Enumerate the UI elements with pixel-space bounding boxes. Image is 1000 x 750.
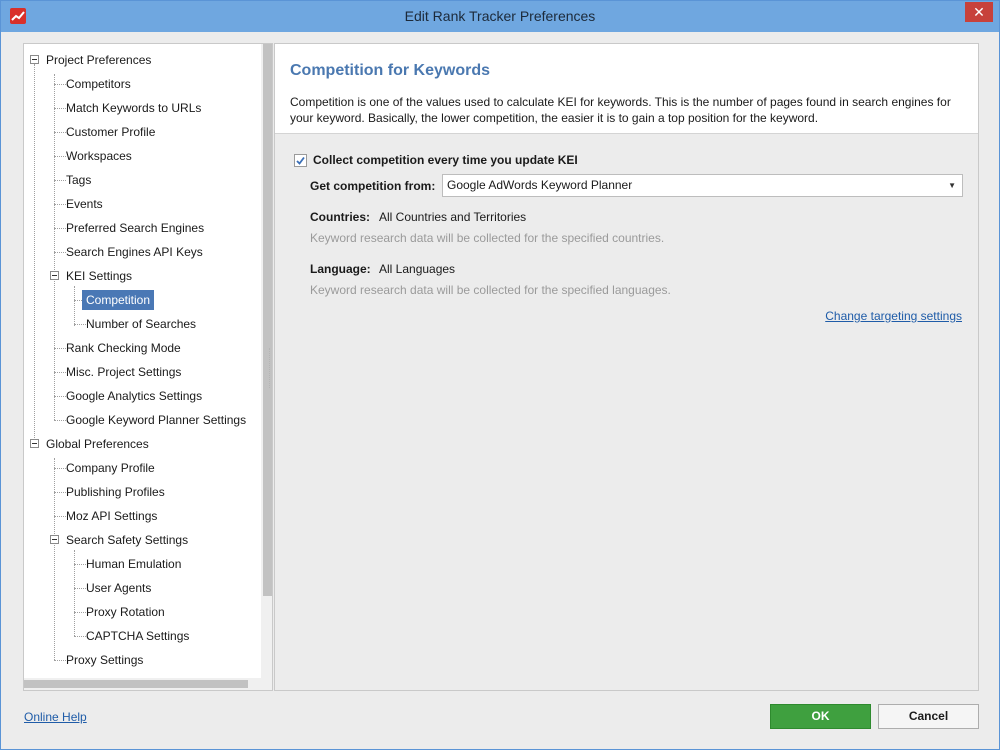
tree-item-publishing-profiles[interactable]: Publishing Profiles xyxy=(66,482,165,502)
tree-line xyxy=(54,516,66,517)
tree-line xyxy=(54,372,66,373)
tree-line xyxy=(54,348,66,349)
window-title: Edit Rank Tracker Preferences xyxy=(404,8,596,24)
tree-item-competition[interactable]: Competition xyxy=(82,290,155,310)
tree-item-human-emulation[interactable]: Human Emulation xyxy=(86,554,181,574)
tree-item-proxy-settings[interactable]: Proxy Settings xyxy=(66,650,143,670)
tree-line xyxy=(74,324,86,325)
tree-item-project-preferences[interactable]: Project Preferences xyxy=(46,50,151,70)
tree-item-moz-api-settings[interactable]: Moz API Settings xyxy=(66,506,157,526)
tree-item-kei-settings[interactable]: KEI Settings xyxy=(66,266,132,286)
panel-splitter[interactable] xyxy=(269,348,272,388)
tree-line xyxy=(54,108,66,109)
competition-source-value: Google AdWords Keyword Planner xyxy=(447,178,633,192)
change-targeting-settings-link[interactable]: Change targeting settings xyxy=(825,309,962,323)
countries-value: All Countries and Territories xyxy=(379,210,527,224)
tree-line xyxy=(74,286,75,326)
tree-item-workspaces[interactable]: Workspaces xyxy=(66,146,132,166)
language-value: All Languages xyxy=(379,262,456,276)
tree-item-global-preferences[interactable]: Global Preferences xyxy=(46,434,149,454)
close-button[interactable]: ✕ xyxy=(965,2,993,22)
content-header: Competition for Keywords Competition is … xyxy=(275,44,978,134)
tree-line xyxy=(74,564,86,565)
tree-item-events[interactable]: Events xyxy=(66,194,103,214)
tree-line xyxy=(54,132,66,133)
preferences-window: Edit Rank Tracker Preferences ✕ Project … xyxy=(0,0,1000,750)
cancel-button[interactable]: Cancel xyxy=(878,704,979,729)
tree-line xyxy=(74,588,86,589)
tree-line xyxy=(54,660,66,661)
close-icon: ✕ xyxy=(973,4,985,20)
tree-item-proxy-rotation[interactable]: Proxy Rotation xyxy=(86,602,165,622)
tree-line xyxy=(54,228,66,229)
settings-content-panel: Competition for Keywords Competition is … xyxy=(274,43,979,691)
tree-item-search-engines-api-keys[interactable]: Search Engines API Keys xyxy=(66,242,203,262)
tree-line xyxy=(54,84,66,85)
collect-competition-checkbox[interactable] xyxy=(294,154,307,167)
tree-line xyxy=(74,612,86,613)
tree-line xyxy=(54,156,66,157)
language-label: Language: xyxy=(310,262,371,276)
tree-line xyxy=(74,636,86,637)
tree-item-tags[interactable]: Tags xyxy=(66,170,91,190)
tree-item-customer-profile[interactable]: Customer Profile xyxy=(66,122,155,142)
tree-item-company-profile[interactable]: Company Profile xyxy=(66,458,155,478)
tree-item-number-of-searches[interactable]: Number of Searches xyxy=(86,314,196,334)
tree-item-preferred-search-engines[interactable]: Preferred Search Engines xyxy=(66,218,204,238)
page-description: Competition is one of the values used to… xyxy=(290,95,951,125)
tree-item-google-analytics-settings[interactable]: Google Analytics Settings xyxy=(66,386,202,406)
tree-item-captcha-settings[interactable]: CAPTCHA Settings xyxy=(86,626,189,646)
tree-line xyxy=(54,74,55,420)
preferences-tree: Project Preferences Competitors Match Ke… xyxy=(23,43,273,691)
tree-line xyxy=(54,180,66,181)
tree-item-misc-project-settings[interactable]: Misc. Project Settings xyxy=(66,362,181,382)
title-bar[interactable]: Edit Rank Tracker Preferences ✕ xyxy=(1,1,999,32)
language-hint: Keyword research data will be collected … xyxy=(310,283,671,297)
checkmark-icon xyxy=(296,156,305,165)
tree-line xyxy=(54,204,66,205)
online-help-link[interactable]: Online Help xyxy=(24,710,87,724)
ok-button[interactable]: OK xyxy=(770,704,871,729)
get-competition-from-label: Get competition from: xyxy=(310,179,436,193)
tree-line xyxy=(54,492,66,493)
tree-line xyxy=(34,64,35,440)
tree-horizontal-scrollbar[interactable] xyxy=(24,678,272,690)
dropdown-arrow-icon: ▼ xyxy=(948,181,956,190)
collapse-project-icon[interactable] xyxy=(30,55,39,64)
tree-item-search-safety-settings[interactable]: Search Safety Settings xyxy=(66,530,188,550)
competition-source-dropdown[interactable]: Google AdWords Keyword Planner ▼ xyxy=(442,174,963,197)
collapse-global-icon[interactable] xyxy=(30,439,39,448)
tree-item-google-keyword-planner-settings[interactable]: Google Keyword Planner Settings xyxy=(66,410,246,430)
tree-line xyxy=(54,468,66,469)
tree-item-match-keywords[interactable]: Match Keywords to URLs xyxy=(66,98,201,118)
tree-line xyxy=(54,420,66,421)
tree-line xyxy=(54,458,55,660)
collect-competition-label: Collect competition every time you updat… xyxy=(313,153,578,167)
tree-horizontal-scroll-thumb[interactable] xyxy=(24,680,248,688)
tree-item-user-agents[interactable]: User Agents xyxy=(86,578,151,598)
countries-hint: Keyword research data will be collected … xyxy=(310,231,665,245)
tree-item-rank-checking-mode[interactable]: Rank Checking Mode xyxy=(66,338,181,358)
countries-label: Countries: xyxy=(310,210,370,224)
tree-vertical-scroll-thumb[interactable] xyxy=(263,44,272,596)
dialog-body: Project Preferences Competitors Match Ke… xyxy=(8,32,993,744)
tree-line xyxy=(54,396,66,397)
page-title: Competition for Keywords xyxy=(290,62,491,79)
tree-line xyxy=(54,252,66,253)
tree-item-competitors[interactable]: Competitors xyxy=(66,74,131,94)
tree-line xyxy=(74,550,75,636)
collapse-kei-icon[interactable] xyxy=(50,271,59,280)
collapse-search-safety-icon[interactable] xyxy=(50,535,59,544)
